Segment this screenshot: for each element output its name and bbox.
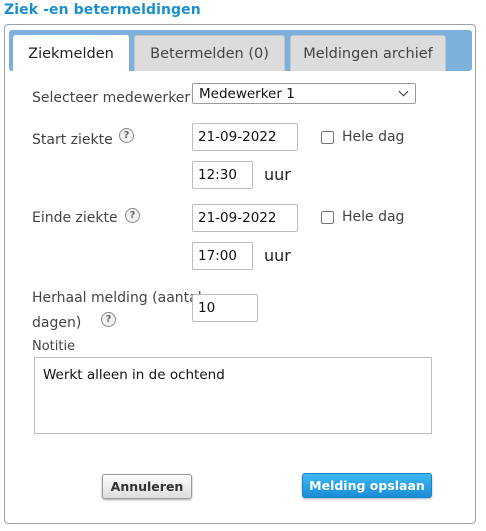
note-label: Notitie xyxy=(32,339,76,354)
repeat-label-cont: dagen) xyxy=(32,315,82,331)
tab-bar: Ziekmelden Betermelden (0) Meldingen arc… xyxy=(9,30,472,72)
chevron-down-icon xyxy=(398,86,409,97)
end-label: Einde ziekte xyxy=(32,210,118,226)
repeat-label: Herhaal melding (aantal xyxy=(32,290,202,306)
repeat-days-input[interactable]: 10 xyxy=(192,294,258,322)
tab-ziekmelden[interactable]: Ziekmelden xyxy=(13,35,129,72)
dialog-title: Ziek -en betermeldingen xyxy=(4,2,201,18)
end-full-day-label: Hele dag xyxy=(342,209,405,225)
start-full-day-checkbox[interactable] xyxy=(321,131,334,144)
start-time-unit: uur xyxy=(264,165,291,184)
help-icon[interactable]: ? xyxy=(119,128,134,143)
tab-meldingen-archief[interactable]: Meldingen archief xyxy=(290,35,446,71)
note-textarea[interactable]: Werkt alleen in de ochtend xyxy=(34,357,432,434)
employee-select-value: Medewerker 1 xyxy=(199,85,295,102)
help-icon[interactable]: ? xyxy=(125,208,140,223)
end-full-day-checkbox[interactable] xyxy=(321,211,334,224)
end-time-unit: uur xyxy=(264,246,291,265)
save-button[interactable]: Melding opslaan xyxy=(302,473,432,498)
start-full-day-label: Hele dag xyxy=(342,129,405,145)
end-time-input[interactable]: 17:00 xyxy=(192,242,253,270)
start-label: Start ziekte xyxy=(32,132,113,148)
tab-betermelden[interactable]: Betermelden (0) xyxy=(134,35,285,71)
employee-select[interactable]: Medewerker 1 xyxy=(192,83,416,104)
end-date-input[interactable]: 21-09-2022 xyxy=(192,204,298,232)
help-icon[interactable]: ? xyxy=(101,312,116,327)
start-date-input[interactable]: 21-09-2022 xyxy=(192,123,298,151)
employee-label: Selecteer medewerker xyxy=(32,90,191,106)
start-time-input[interactable]: 12:30 xyxy=(192,161,253,189)
cancel-button[interactable]: Annuleren xyxy=(102,474,192,499)
